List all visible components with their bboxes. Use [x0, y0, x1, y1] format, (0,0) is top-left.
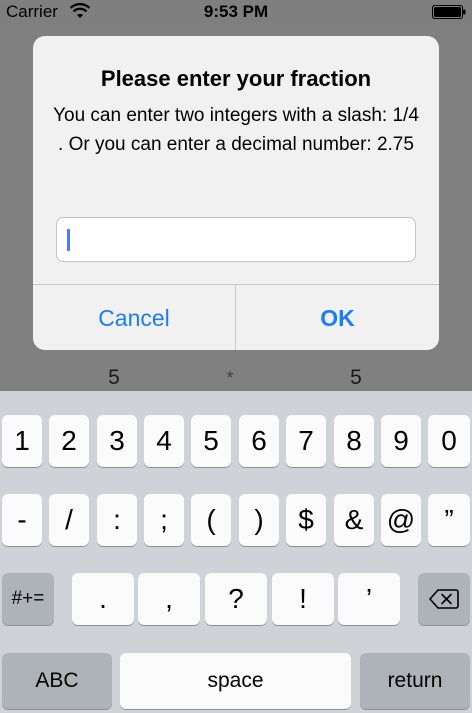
key-5[interactable]: 5 [191, 415, 231, 467]
key-hyphen[interactable]: - [2, 494, 42, 546]
key-1[interactable]: 1 [2, 415, 42, 467]
more-symbols-key[interactable]: #+= [2, 573, 54, 625]
key-period[interactable]: . [72, 573, 134, 625]
key-9[interactable]: 9 [381, 415, 421, 467]
key-4[interactable]: 4 [144, 415, 184, 467]
key-open-paren[interactable]: ( [191, 494, 231, 546]
key-exclamation[interactable]: ! [272, 573, 334, 625]
key-semicolon[interactable]: ; [144, 494, 184, 546]
alert-button-row: Cancel OK [33, 284, 439, 350]
key-at[interactable]: @ [381, 494, 421, 546]
key-comma[interactable]: , [138, 573, 200, 625]
alert-message: You can enter two integers with a slash:… [53, 105, 419, 155]
abc-key[interactable]: ABC [2, 653, 112, 709]
fraction-left-denominator: 5 [108, 366, 120, 389]
key-ampersand[interactable]: & [334, 494, 374, 546]
backspace-key[interactable] [418, 573, 470, 625]
space-key[interactable]: space [120, 653, 351, 709]
fraction-input[interactable] [56, 217, 416, 262]
return-key[interactable]: return [360, 653, 470, 709]
key-double-quote[interactable]: ” [428, 494, 470, 546]
key-close-paren[interactable]: ) [239, 494, 279, 546]
ok-button[interactable]: OK [236, 285, 439, 350]
status-bar: Carrier 9:53 PM [0, 0, 472, 24]
key-8[interactable]: 8 [334, 415, 374, 467]
fraction-right-denominator: 5 [350, 366, 362, 389]
key-2[interactable]: 2 [49, 415, 89, 467]
alert-title: Please enter your fraction [100, 66, 372, 91]
backspace-icon [429, 589, 459, 609]
keyboard: 1 2 3 4 5 6 7 8 9 0 - / : ; ( ) $ & @ ” … [0, 391, 472, 713]
key-dollar[interactable]: $ [286, 494, 326, 546]
key-colon[interactable]: : [97, 494, 137, 546]
key-3[interactable]: 3 [97, 415, 137, 467]
cancel-button[interactable]: Cancel [33, 285, 236, 350]
key-slash[interactable]: / [49, 494, 89, 546]
status-time: 9:53 PM [203, 2, 269, 21]
key-7[interactable]: 7 [286, 415, 326, 467]
key-6[interactable]: 6 [239, 415, 279, 467]
key-question[interactable]: ? [205, 573, 267, 625]
operator-sign: * [226, 368, 234, 388]
key-0[interactable]: 0 [428, 415, 470, 467]
fraction-alert-dialog: Please enter your fraction You can enter… [33, 36, 439, 350]
battery-icon [432, 5, 466, 19]
text-cursor [67, 229, 70, 251]
key-apostrophe[interactable]: ’ [338, 573, 400, 625]
